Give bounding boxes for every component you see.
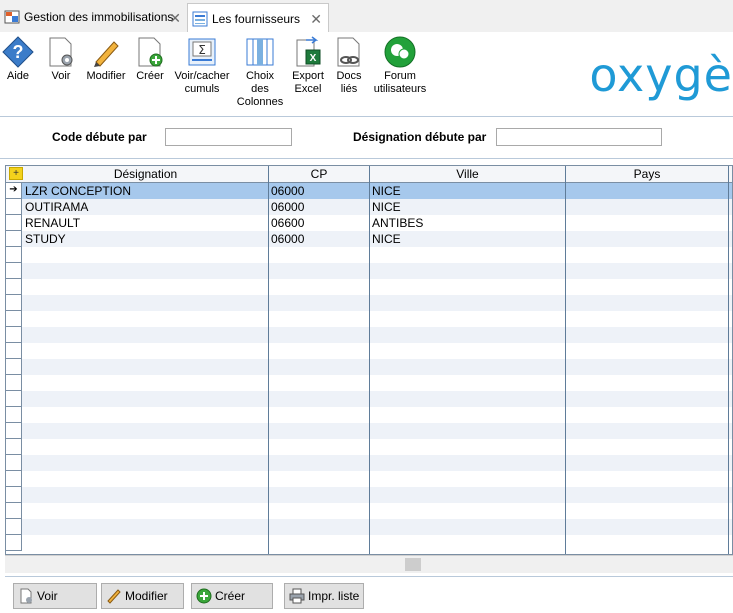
filter-bar: Code débute par Désignation débute par [0,118,733,159]
designation-filter-label: Désignation débute par [353,130,487,144]
row-header[interactable] [6,535,22,551]
cell-pays[interactable] [568,231,726,247]
document-add-icon [138,37,163,67]
docs-lies-button[interactable]: Docs liés [334,36,364,96]
modifier-bottom-button[interactable]: Modifier [101,583,184,609]
code-filter-label: Code débute par [52,130,147,144]
close-icon[interactable]: ✕ [310,11,322,28]
suppliers-grid[interactable]: + Désignation CP Ville Pays ➔ LZR CONCEPT… [5,165,733,555]
cell-ville[interactable]: NICE [372,231,562,247]
export-excel-button[interactable]: X Export Excel [290,36,326,96]
row-header[interactable] [6,487,22,503]
column-header-cp[interactable]: CP [269,166,370,182]
row-header[interactable] [6,455,22,471]
cell-designation[interactable]: OUTIRAMA [25,199,265,215]
columns-icon [246,38,274,66]
column-header-designation[interactable]: Désignation [23,166,269,182]
row-header[interactable] [6,279,22,295]
add-icon [196,588,212,604]
creer-button[interactable]: Créer [134,36,166,83]
cell-cp[interactable]: 06000 [271,199,366,215]
forum-utilisateurs-button[interactable]: Forum utilisateurs [372,36,428,96]
column-header-ville[interactable]: Ville [370,166,566,182]
cell-cp[interactable]: 06600 [271,215,366,231]
row-header[interactable] [6,519,22,535]
row-header[interactable] [6,391,22,407]
creer-bottom-button[interactable]: Créer [191,583,273,609]
svg-text:?: ? [13,42,24,62]
cell-ville[interactable]: ANTIBES [372,215,562,231]
linked-document-icon [337,37,360,67]
row-header[interactable] [6,327,22,343]
row-header[interactable] [6,423,22,439]
column-divider [728,166,729,554]
svg-text:Σ: Σ [198,43,206,57]
printer-icon [289,588,305,604]
row-header[interactable] [6,343,22,359]
code-filter-input[interactable] [165,128,292,146]
imprimer-liste-button[interactable]: Impr. liste [284,583,364,609]
cell-designation[interactable]: LZR CONCEPTION [25,183,265,199]
document-gear-icon [49,37,73,67]
toolbar: ? Aide Voir Modifier Créer Σ Voir/cacher… [0,32,733,117]
cell-cp[interactable]: 06000 [271,183,366,199]
tab-bar: Gestion des immobilisations ✕ Les fourni… [0,0,733,33]
cell-pays[interactable] [568,183,726,199]
pencil-icon [94,41,119,67]
document-gear-icon [20,588,32,604]
row-header[interactable] [6,439,22,455]
forum-icon [384,36,416,68]
action-bar: Voir Modifier Créer Impr. liste [5,576,733,613]
tab-fournisseurs[interactable]: Les fournisseurs ✕ [187,3,329,33]
cell-pays[interactable] [568,215,726,231]
row-header[interactable]: ➔ [6,183,22,199]
svg-text:X: X [310,53,317,64]
horizontal-scrollbar[interactable] [5,555,733,573]
sigma-icon: Σ [188,38,216,66]
row-header[interactable] [6,215,22,231]
row-header[interactable] [6,311,22,327]
row-header[interactable] [6,407,22,423]
column-divider [268,166,269,554]
voir-button[interactable]: Voir [46,36,76,83]
cell-ville[interactable]: NICE [372,183,562,199]
close-icon[interactable]: ✕ [169,10,181,27]
column-chooser-icon[interactable]: + [9,167,23,180]
row-header[interactable] [6,247,22,263]
cell-cp[interactable]: 06000 [271,231,366,247]
designation-filter-input[interactable] [496,128,662,146]
voir-bottom-button[interactable]: Voir [13,583,97,609]
grid-app-icon [4,10,20,24]
oxygene-logo: oxygè [589,48,733,102]
cell-designation[interactable]: RENAULT [25,215,265,231]
row-header[interactable] [6,295,22,311]
aide-button[interactable]: ? Aide [2,36,34,83]
row-header[interactable] [6,471,22,487]
row-header[interactable] [6,231,22,247]
cell-designation[interactable]: STUDY [25,231,265,247]
list-app-icon [192,11,208,26]
column-divider [565,166,566,554]
modifier-button[interactable]: Modifier [86,36,126,83]
excel-export-icon: X [296,36,321,67]
scrollbar-thumb[interactable] [405,558,421,571]
row-header[interactable] [6,503,22,519]
cell-ville[interactable]: NICE [372,199,562,215]
column-header-pays[interactable]: Pays [566,166,729,182]
row-header[interactable] [6,375,22,391]
pencil-icon [107,589,121,604]
tab-label: Les fournisseurs [212,11,301,26]
help-icon: ? [2,36,34,68]
choix-colonnes-button[interactable]: Choix des Colonnes [237,36,283,109]
cell-pays[interactable] [568,199,726,215]
row-header[interactable] [6,359,22,375]
tab-label: Gestion des immobilisations [24,10,174,24]
row-header[interactable] [6,199,22,215]
column-divider [369,166,370,554]
row-header[interactable] [6,263,22,279]
voir-cacher-cumuls-button[interactable]: Σ Voir/cacher cumuls [174,36,230,96]
tab-gestion-immobilisations[interactable]: Gestion des immobilisations ✕ [0,3,187,31]
